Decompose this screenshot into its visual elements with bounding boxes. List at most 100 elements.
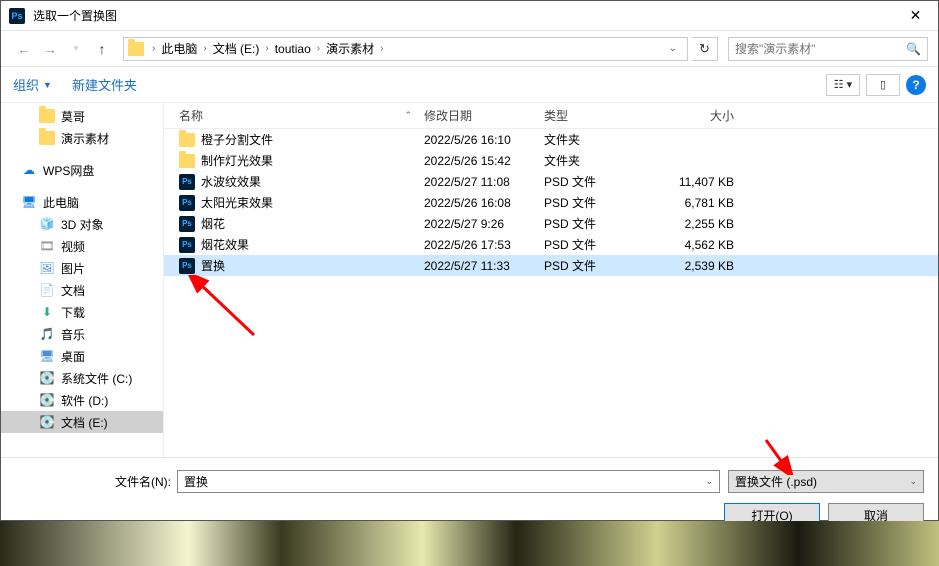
file-type: PSD 文件 [544, 194, 654, 211]
column-header-row: 名称⌃ 修改日期 类型 大小 [164, 103, 938, 129]
toolbar: 组织▼ 新建文件夹 ☷ ▾ ▯ ? [1, 67, 938, 103]
filetype-select[interactable]: 置换文件 (.psd)⌄ [728, 470, 924, 493]
folder-icon [39, 131, 55, 145]
drive-icon: 💽 [39, 371, 55, 385]
address-bar[interactable]: › 此电脑 › 文档 (E:) › toutiao › 演示素材 › ⌄ [123, 37, 688, 61]
file-name: 置换 [201, 257, 424, 274]
file-date: 2022/5/26 17:53 [424, 238, 544, 252]
file-name: 橙子分割文件 [201, 131, 424, 148]
file-row[interactable]: Ps烟花效果2022/5/26 17:53PSD 文件4,562 KB [164, 234, 938, 255]
chevron-right-icon: › [199, 43, 210, 54]
file-rows: 橙子分割文件2022/5/26 16:10文件夹制作灯光效果2022/5/26 … [164, 129, 938, 457]
nav-history-button[interactable]: ▾ [63, 36, 89, 62]
file-row[interactable]: Ps置换2022/5/27 11:33PSD 文件2,539 KB [164, 255, 938, 276]
file-date: 2022/5/27 9:26 [424, 217, 544, 231]
drive-icon: 💽 [39, 393, 55, 407]
nav-bar: ← → ▾ ↑ › 此电脑 › 文档 (E:) › toutiao › 演示素材… [1, 31, 938, 67]
folder-icon [179, 133, 195, 147]
sidebar-item[interactable]: 🎵音乐 [1, 323, 163, 345]
file-size: 2,255 KB [654, 217, 754, 231]
chevron-down-icon: ▼ [43, 80, 52, 90]
file-open-dialog: Ps 选取一个置换图 ✕ ← → ▾ ↑ › 此电脑 › 文档 (E:) › t… [0, 0, 939, 521]
dialog-title: 选取一个置换图 [33, 7, 893, 24]
file-row[interactable]: 制作灯光效果2022/5/26 15:42文件夹 [164, 150, 938, 171]
file-type: PSD 文件 [544, 257, 654, 274]
breadcrumb-item[interactable]: 此电脑 [159, 40, 199, 57]
sidebar-item[interactable]: 🖼图片 [1, 257, 163, 279]
chevron-right-icon: › [148, 43, 159, 54]
dialog-body: 莫哥 演示素材 ☁WPS网盘 🖥此电脑 🧊3D 对象 🎞视频 🖼图片 📄文档 ⬇… [1, 103, 938, 457]
preview-pane-button[interactable]: ▯ [866, 74, 900, 96]
close-button[interactable]: ✕ [893, 1, 938, 31]
3d-icon: 🧊 [39, 217, 55, 231]
filename-input[interactable]: 置换⌄ [177, 470, 720, 493]
sidebar-item[interactable]: 💽系统文件 (C:) [1, 367, 163, 389]
file-row[interactable]: 橙子分割文件2022/5/26 16:10文件夹 [164, 129, 938, 150]
nav-up-button[interactable]: ↑ [89, 36, 115, 62]
video-icon: 🎞 [39, 239, 55, 253]
sidebar-item[interactable]: 💽文档 (E:) [1, 411, 163, 433]
sidebar-item[interactable]: 🎞视频 [1, 235, 163, 257]
chevron-right-icon: › [376, 43, 387, 54]
folder-icon [39, 109, 55, 123]
nav-back-button[interactable]: ← [11, 36, 37, 62]
chevron-right-icon: › [313, 43, 324, 54]
nav-forward-button[interactable]: → [37, 36, 63, 62]
sidebar-item[interactable]: 💽软件 (D:) [1, 389, 163, 411]
document-icon: 📄 [39, 283, 55, 297]
file-date: 2022/5/26 16:10 [424, 133, 544, 147]
sidebar-item[interactable]: 莫哥 [1, 105, 163, 127]
file-row[interactable]: Ps太阳光束效果2022/5/26 16:08PSD 文件6,781 KB [164, 192, 938, 213]
sidebar-item[interactable]: 演示素材 [1, 127, 163, 149]
sidebar-item-thispc[interactable]: 🖥此电脑 [1, 191, 163, 213]
column-date[interactable]: 修改日期 [424, 107, 544, 124]
filename-label: 文件名(N): [115, 473, 171, 490]
file-date: 2022/5/26 16:08 [424, 196, 544, 210]
file-date: 2022/5/27 11:33 [424, 259, 544, 273]
file-size: 11,407 KB [654, 175, 754, 189]
view-mode-button[interactable]: ☷ ▾ [826, 74, 860, 96]
file-type: PSD 文件 [544, 236, 654, 253]
file-name: 太阳光束效果 [201, 194, 424, 211]
column-name[interactable]: 名称⌃ [164, 107, 424, 124]
chevron-down-icon: ⌄ [909, 476, 917, 487]
organize-button[interactable]: 组织▼ [13, 75, 52, 94]
sidebar-item-wps[interactable]: ☁WPS网盘 [1, 159, 163, 181]
drive-icon: 💽 [39, 415, 55, 429]
chevron-right-icon: › [261, 43, 272, 54]
file-name: 水波纹效果 [201, 173, 424, 190]
new-folder-button[interactable]: 新建文件夹 [72, 75, 137, 94]
sidebar-item[interactable]: 📄文档 [1, 279, 163, 301]
sort-indicator-icon: ⌃ [404, 110, 412, 121]
search-box[interactable]: 🔍 [728, 37, 928, 61]
sidebar-item[interactable]: 🧊3D 对象 [1, 213, 163, 235]
file-list: 名称⌃ 修改日期 类型 大小 橙子分割文件2022/5/26 16:10文件夹制… [164, 103, 938, 457]
file-row[interactable]: Ps水波纹效果2022/5/27 11:08PSD 文件11,407 KB [164, 171, 938, 192]
file-row[interactable]: Ps烟花2022/5/27 9:26PSD 文件2,255 KB [164, 213, 938, 234]
psd-icon: Ps [179, 196, 195, 210]
help-button[interactable]: ? [906, 75, 926, 95]
file-date: 2022/5/27 11:08 [424, 175, 544, 189]
psd-icon: Ps [179, 259, 195, 273]
folder-icon [179, 154, 195, 168]
photoshop-icon: Ps [9, 8, 25, 24]
refresh-button[interactable]: ↻ [692, 37, 718, 61]
breadcrumb-item[interactable]: 演示素材 [324, 40, 376, 57]
sidebar-item[interactable]: ⬇下载 [1, 301, 163, 323]
file-name: 烟花 [201, 215, 424, 232]
breadcrumb-item[interactable]: toutiao [273, 42, 313, 56]
music-icon: 🎵 [39, 327, 55, 341]
breadcrumb-item[interactable]: 文档 (E:) [211, 40, 262, 57]
search-icon[interactable]: 🔍 [906, 42, 921, 56]
sidebar-item[interactable]: 🖥桌面 [1, 345, 163, 367]
computer-icon: 🖥 [21, 195, 37, 209]
cloud-icon: ☁ [21, 163, 37, 177]
file-name: 制作灯光效果 [201, 152, 424, 169]
column-size[interactable]: 大小 [654, 107, 754, 124]
folder-icon [128, 42, 144, 56]
file-type: PSD 文件 [544, 173, 654, 190]
search-input[interactable] [735, 42, 906, 56]
address-dropdown-icon[interactable]: ⌄ [663, 43, 683, 54]
background-image [0, 521, 939, 566]
column-type[interactable]: 类型 [544, 107, 654, 124]
